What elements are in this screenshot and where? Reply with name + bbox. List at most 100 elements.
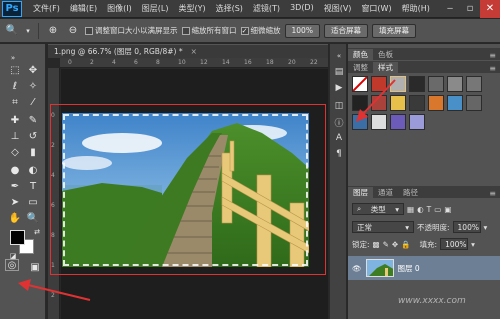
horizontal-ruler[interactable]: 0 2 4 6 8 10 12 14 16 18 20 22 xyxy=(60,58,328,68)
close-tab-icon[interactable]: × xyxy=(191,47,197,56)
lasso-tool-icon[interactable]: ℓ xyxy=(6,78,24,94)
layer-row[interactable]: 👁 图层 0 xyxy=(348,256,500,280)
opacity-input[interactable]: 100% xyxy=(452,221,481,233)
style-swatch[interactable] xyxy=(466,95,482,111)
character-panel-icon[interactable]: A xyxy=(333,132,345,144)
lock-position-icon[interactable]: ✥ xyxy=(392,240,398,249)
layer-name[interactable]: 图层 0 xyxy=(398,263,420,274)
fill-input[interactable]: 100% xyxy=(440,238,469,250)
panel-menu-icon[interactable]: ≡ xyxy=(489,189,496,198)
menu-3d[interactable]: 3D(D) xyxy=(285,3,319,14)
menu-image[interactable]: 图像(I) xyxy=(102,3,137,14)
tab-channels[interactable]: 通道 xyxy=(373,187,398,198)
zoom-100-button[interactable]: 100% xyxy=(284,23,320,38)
smart-filter-icon[interactable]: ▣ xyxy=(444,205,451,214)
style-swatch[interactable] xyxy=(447,76,463,92)
style-swatch[interactable] xyxy=(390,95,406,111)
style-swatch[interactable] xyxy=(428,76,444,92)
shape-tool-icon[interactable]: ▭ xyxy=(24,194,42,210)
menu-edit[interactable]: 编辑(E) xyxy=(65,3,102,14)
dodge-tool-icon[interactable]: ◐ xyxy=(24,162,42,178)
zoom-in-icon[interactable]: ⊕ xyxy=(45,23,61,39)
shape-filter-icon[interactable]: ▭ xyxy=(434,205,441,214)
foreground-color-swatch[interactable] xyxy=(10,230,25,245)
style-swatch[interactable] xyxy=(371,76,387,92)
tab-adjustments[interactable]: 调整 xyxy=(348,62,373,73)
panel-menu-icon[interactable]: ≡ xyxy=(489,64,496,73)
menu-type[interactable]: 类型(Y) xyxy=(173,3,210,14)
dropdown-arrow-icon[interactable]: ▾ xyxy=(24,23,32,39)
restore-icon[interactable]: ▫ xyxy=(460,0,480,18)
tab-swatches[interactable]: 色板 xyxy=(373,49,398,60)
checkbox-box[interactable] xyxy=(181,26,190,35)
tab-layers[interactable]: 图层 xyxy=(348,187,373,198)
fit-screen-button[interactable]: 适合屏幕 xyxy=(323,23,368,38)
actions-panel-icon[interactable]: ▶ xyxy=(333,82,345,94)
pen-tool-icon[interactable]: ✒ xyxy=(6,178,24,194)
resize-windows-checkbox[interactable]: 调整窗口大小以满屏显示 xyxy=(85,25,178,36)
crop-tool-icon[interactable]: ⌗ xyxy=(6,94,24,110)
scrubby-zoom-checkbox[interactable]: ✓ 细微缩放 xyxy=(240,25,281,36)
blend-mode-select[interactable]: 正常 ▾ xyxy=(352,221,414,233)
path-selection-icon[interactable]: ➤ xyxy=(6,194,24,210)
menu-window[interactable]: 窗口(W) xyxy=(356,3,396,14)
gradient-tool-icon[interactable]: ▮ xyxy=(24,144,42,160)
eraser-tool-icon[interactable]: ◇ xyxy=(6,144,24,160)
zoom-tool-icon[interactable]: 🔍 xyxy=(4,23,20,39)
pixel-filter-icon[interactable]: ▦ xyxy=(407,205,414,214)
document-tab[interactable]: 1.png @ 66.7% (图层 0, RGB/8#) * × xyxy=(48,44,328,58)
chevron-down-icon[interactable]: ▾ xyxy=(471,240,475,249)
zoom-out-icon[interactable]: ⊖ xyxy=(65,23,81,39)
visibility-eye-icon[interactable]: 👁 xyxy=(352,264,362,273)
menu-filter[interactable]: 滤镜(T) xyxy=(248,3,285,14)
collapse-icon[interactable]: « xyxy=(333,50,345,62)
style-swatch[interactable] xyxy=(352,114,368,130)
type-filter-icon[interactable]: T xyxy=(427,205,432,214)
checkbox-box-checked[interactable]: ✓ xyxy=(240,26,249,35)
quick-mask-icon[interactable]: ◎ xyxy=(5,259,19,271)
clone-stamp-icon[interactable]: ⊥ xyxy=(6,128,24,144)
minimize-icon[interactable]: ‒ xyxy=(440,0,460,18)
style-swatch[interactable] xyxy=(466,76,482,92)
screen-mode-icon[interactable]: ▣ xyxy=(26,259,44,275)
style-swatch[interactable] xyxy=(352,95,368,111)
close-icon[interactable]: ✕ xyxy=(480,0,500,18)
layer-kind-filter[interactable]: ⌕ 类型 ▾ xyxy=(352,203,404,215)
zoom-all-windows-checkbox[interactable]: 缩放所有窗口 xyxy=(181,25,237,36)
lock-pixels-icon[interactable]: ✎ xyxy=(383,240,389,249)
paragraph-panel-icon[interactable]: ¶ xyxy=(333,148,345,160)
magic-wand-icon[interactable]: ✧ xyxy=(24,78,42,94)
brush-tool-icon[interactable]: ✎ xyxy=(24,112,42,128)
style-swatch[interactable] xyxy=(371,114,387,130)
style-swatch[interactable] xyxy=(390,114,406,130)
healing-brush-icon[interactable]: ✚ xyxy=(6,112,24,128)
style-swatch[interactable] xyxy=(409,95,425,111)
adjust-filter-icon[interactable]: ◐ xyxy=(417,205,424,214)
style-swatch[interactable] xyxy=(428,95,444,111)
info-panel-icon[interactable]: ⓘ xyxy=(333,116,345,129)
fill-screen-button[interactable]: 填充屏幕 xyxy=(371,23,416,38)
tab-styles[interactable]: 样式 xyxy=(373,62,398,73)
eyedropper-icon[interactable]: ⁄ xyxy=(24,94,42,110)
style-swatch[interactable] xyxy=(409,114,425,130)
menu-view[interactable]: 视图(V) xyxy=(319,3,357,14)
style-swatch[interactable] xyxy=(390,76,406,92)
menu-layer[interactable]: 图层(L) xyxy=(137,3,174,14)
checkbox-box[interactable] xyxy=(85,26,93,35)
blur-tool-icon[interactable]: ● xyxy=(6,162,24,178)
history-panel-icon[interactable]: ▤ xyxy=(333,66,345,78)
style-swatch-none[interactable] xyxy=(352,76,368,92)
type-tool-icon[interactable]: T xyxy=(24,178,42,194)
style-swatch[interactable] xyxy=(371,95,387,111)
properties-panel-icon[interactable]: ◫ xyxy=(333,100,345,112)
menu-select[interactable]: 选择(S) xyxy=(211,3,248,14)
menu-help[interactable]: 帮助(H) xyxy=(397,3,435,14)
lock-transparent-icon[interactable]: ▩ xyxy=(373,240,380,249)
tab-color[interactable]: 颜色 xyxy=(348,49,373,60)
menu-file[interactable]: 文件(F) xyxy=(28,3,65,14)
chevron-down-icon[interactable]: ▾ xyxy=(484,223,488,232)
style-swatch[interactable] xyxy=(447,95,463,111)
lock-all-icon[interactable]: 🔒 xyxy=(401,240,410,249)
move-tool-icon[interactable]: ✥ xyxy=(24,62,42,78)
style-swatch[interactable] xyxy=(409,76,425,92)
